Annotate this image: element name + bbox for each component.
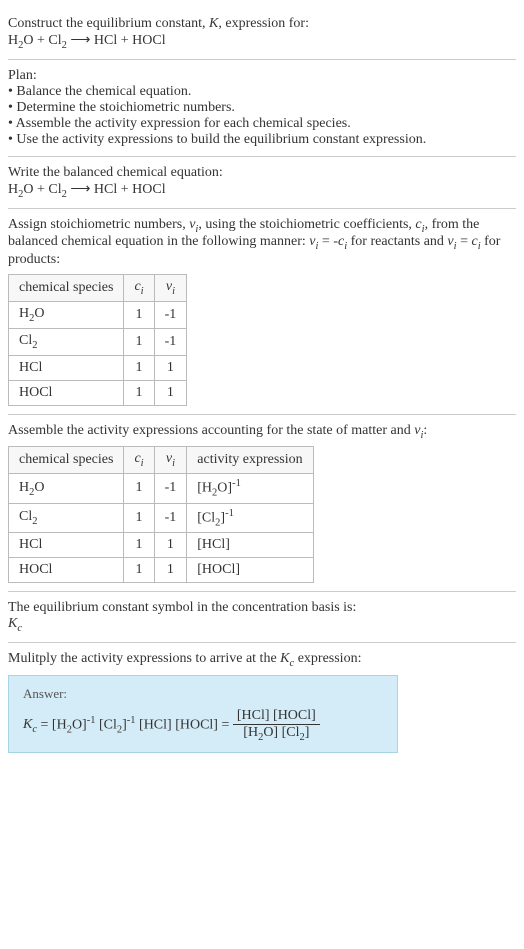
plan-section: Plan: • Balance the chemical equation. •… <box>8 60 516 157</box>
col-species: chemical species <box>9 447 124 474</box>
plan-heading: Plan: <box>8 68 516 84</box>
balanced-section: Write the balanced chemical equation: H2… <box>8 157 516 209</box>
activity-table: chemical species ci νi activity expressi… <box>8 446 314 583</box>
cell-species: H2O <box>9 474 124 503</box>
cell-expr: [H2O]-1 <box>187 474 313 503</box>
plan-item: • Determine the stoichiometric numbers. <box>8 100 516 116</box>
plan-item-text: Use the activity expressions to build th… <box>16 132 426 147</box>
cell-species: HOCl <box>9 380 124 405</box>
cell-ci: 1 <box>124 533 154 558</box>
plan-item: • Balance the chemical equation. <box>8 84 516 100</box>
plan-item-text: Balance the chemical equation. <box>16 84 191 99</box>
stoich-table: chemical species ci νi H2O 1 -1 Cl2 1 -1… <box>8 274 187 405</box>
cell-ci: 1 <box>124 328 154 355</box>
cell-expr: [HCl] <box>187 533 313 558</box>
cell-species: HOCl <box>9 558 124 583</box>
cell-ci: 1 <box>124 380 154 405</box>
table-row: HOCl 1 1 <box>9 380 187 405</box>
table-header-row: chemical species ci νi <box>9 275 187 302</box>
table-row: HCl 1 1 [HCl] <box>9 533 314 558</box>
cell-species: HCl <box>9 533 124 558</box>
col-ci: ci <box>124 275 154 302</box>
col-vi: νi <box>154 447 187 474</box>
plan-item: • Use the activity expressions to build … <box>8 132 516 148</box>
cell-ci: 1 <box>124 474 154 503</box>
table-header-row: chemical species ci νi activity expressi… <box>9 447 314 474</box>
cell-vi: 1 <box>154 533 187 558</box>
cell-vi: 1 <box>154 380 187 405</box>
stoich-section: Assign stoichiometric numbers, νi, using… <box>8 209 516 415</box>
cell-ci: 1 <box>124 558 154 583</box>
cell-vi: -1 <box>154 474 187 503</box>
cell-vi: 1 <box>154 558 187 583</box>
balanced-equation: H2O + Cl2 ⟶ HCl + HOCl <box>8 181 516 200</box>
symbol-heading: The equilibrium constant symbol in the c… <box>8 600 516 616</box>
answer-expression: Kc = [H2O]-1 [Cl2]-1 [HCl] [HOCl] = [HCl… <box>23 708 383 743</box>
cell-species: H2O <box>9 301 124 328</box>
answer-denominator: [H2O] [Cl2] <box>233 725 320 743</box>
table-row: Cl2 1 -1 [Cl2]-1 <box>9 503 314 532</box>
answer-label: Answer: <box>23 686 383 702</box>
col-species: chemical species <box>9 275 124 302</box>
activity-section: Assemble the activity expressions accoun… <box>8 415 516 593</box>
table-row: Cl2 1 -1 <box>9 328 187 355</box>
cell-ci: 1 <box>124 355 154 380</box>
cell-vi: -1 <box>154 328 187 355</box>
col-expr: activity expression <box>187 447 313 474</box>
symbol-value: Kc <box>8 616 516 634</box>
balanced-heading: Write the balanced chemical equation: <box>8 165 516 181</box>
plan-item: • Assemble the activity expression for e… <box>8 116 516 132</box>
col-vi: νi <box>154 275 187 302</box>
cell-expr: [Cl2]-1 <box>187 503 313 532</box>
cell-vi: -1 <box>154 503 187 532</box>
cell-species: HCl <box>9 355 124 380</box>
answer-numerator: [HCl] [HOCl] <box>233 708 320 725</box>
cell-ci: 1 <box>124 301 154 328</box>
plan-item-text: Determine the stoichiometric numbers. <box>16 100 235 115</box>
symbol-section: The equilibrium constant symbol in the c… <box>8 592 516 643</box>
table-row: HCl 1 1 <box>9 355 187 380</box>
cell-vi: 1 <box>154 355 187 380</box>
prompt-section: Construct the equilibrium constant, K, e… <box>8 8 516 60</box>
multiply-heading: Mulitply the activity expressions to arr… <box>8 651 516 669</box>
cell-species: Cl2 <box>9 503 124 532</box>
plan-item-text: Assemble the activity expression for eac… <box>16 116 351 131</box>
answer-box: Answer: Kc = [H2O]-1 [Cl2]-1 [HCl] [HOCl… <box>8 675 398 754</box>
multiply-section: Mulitply the activity expressions to arr… <box>8 643 516 762</box>
cell-expr: [HOCl] <box>187 558 313 583</box>
table-row: H2O 1 -1 <box>9 301 187 328</box>
cell-species: Cl2 <box>9 328 124 355</box>
cell-ci: 1 <box>124 503 154 532</box>
activity-heading: Assemble the activity expressions accoun… <box>8 423 516 441</box>
table-row: H2O 1 -1 [H2O]-1 <box>9 474 314 503</box>
prompt-line: Construct the equilibrium constant, K, e… <box>8 16 516 32</box>
stoich-heading: Assign stoichiometric numbers, νi, using… <box>8 217 516 269</box>
cell-vi: -1 <box>154 301 187 328</box>
prompt-equation: H2O + Cl2 ⟶ HCl + HOCl <box>8 32 516 51</box>
table-row: HOCl 1 1 [HOCl] <box>9 558 314 583</box>
col-ci: ci <box>124 447 154 474</box>
